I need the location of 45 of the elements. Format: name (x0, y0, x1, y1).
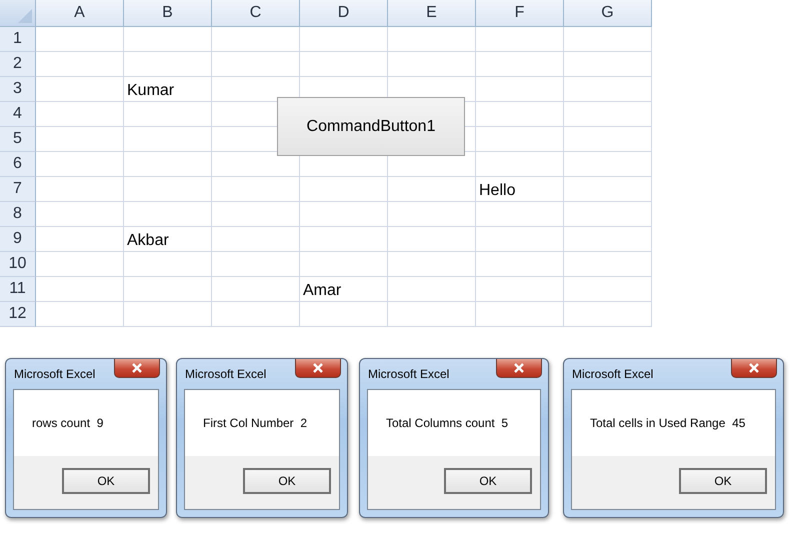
row-header[interactable]: 2 (0, 52, 36, 77)
row-header[interactable]: 9 (0, 227, 36, 252)
cell[interactable]: Akbar (124, 227, 212, 252)
close-button[interactable] (496, 359, 542, 378)
row-header[interactable]: 8 (0, 202, 36, 227)
cell[interactable]: Hello (476, 177, 564, 202)
row-header[interactable]: 10 (0, 252, 36, 277)
ok-button[interactable]: OK (243, 468, 331, 494)
cell[interactable]: Amar (300, 277, 388, 302)
column-header[interactable]: G (564, 0, 652, 27)
close-icon (312, 363, 324, 373)
dialog-message: Total Columns count 5 (385, 415, 510, 432)
row-header[interactable]: 7 (0, 177, 36, 202)
column-header[interactable]: C (212, 0, 300, 27)
command-button[interactable]: CommandButton1 (277, 97, 465, 156)
column-header[interactable]: A (36, 0, 124, 27)
row-header[interactable]: 12 (0, 302, 36, 327)
close-icon (748, 363, 760, 373)
ok-button[interactable]: OK (62, 468, 150, 494)
ok-button[interactable]: OK (679, 468, 767, 494)
row-header[interactable]: 1 (0, 27, 36, 52)
close-button[interactable] (114, 359, 160, 378)
column-header[interactable]: D (300, 0, 388, 27)
column-header[interactable]: B (124, 0, 212, 27)
dialog-message: Total cells in Used Range 45 (589, 415, 746, 432)
cell[interactable]: Kumar (124, 77, 212, 102)
dialog-title: Microsoft Excel (14, 367, 96, 381)
row-header[interactable]: 5 (0, 127, 36, 152)
close-icon (513, 363, 525, 373)
dialog-message: First Col Number 2 (202, 415, 308, 432)
row-header[interactable]: 4 (0, 102, 36, 127)
ok-button[interactable]: OK (444, 468, 532, 494)
triangle-icon (18, 9, 32, 23)
close-icon (131, 363, 143, 373)
close-button[interactable] (295, 359, 341, 378)
column-header[interactable]: F (476, 0, 564, 27)
row-header[interactable]: 3 (0, 77, 36, 102)
close-button[interactable] (731, 359, 777, 378)
dialog-title: Microsoft Excel (572, 367, 654, 381)
row-header[interactable]: 6 (0, 152, 36, 177)
dialog-message: rows count 9 (31, 415, 104, 432)
dialog-title: Microsoft Excel (185, 367, 266, 381)
row-header[interactable]: 11 (0, 277, 36, 302)
dialog-title: Microsoft Excel (368, 367, 450, 381)
column-header[interactable]: E (388, 0, 476, 27)
